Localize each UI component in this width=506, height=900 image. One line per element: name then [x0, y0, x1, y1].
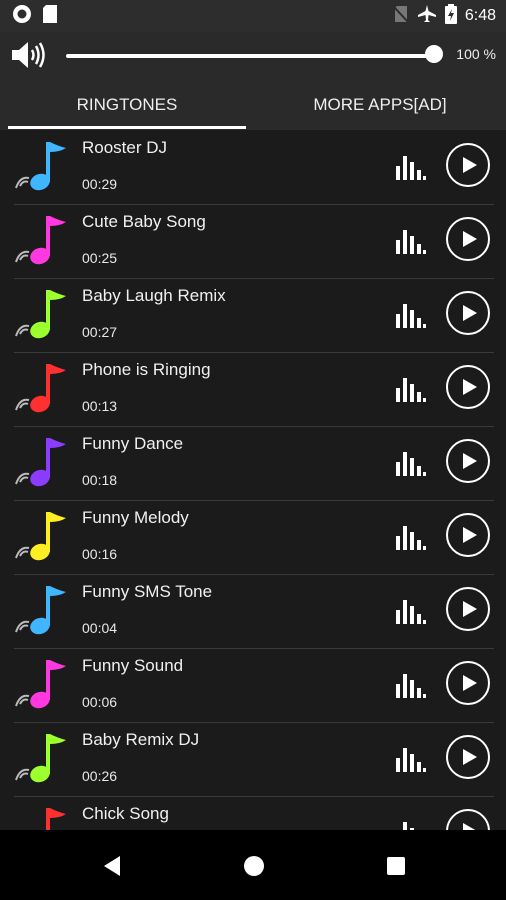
ringtone-duration: 00:26 — [82, 768, 118, 784]
ringtone-duration: 00:25 — [82, 250, 118, 266]
volume-value: 100 % — [456, 46, 496, 62]
ringtone-row[interactable]: Funny Sound 00:06 — [14, 648, 494, 723]
record-icon — [12, 4, 32, 28]
play-button[interactable] — [446, 735, 490, 779]
play-button[interactable] — [446, 809, 490, 830]
volume-row: 100 % — [0, 32, 506, 80]
ringtone-duration: 00:27 — [82, 324, 118, 340]
tab-indicator — [8, 126, 246, 129]
sd-card-icon — [42, 4, 58, 28]
play-icon — [463, 379, 477, 395]
equalizer-icon — [396, 526, 426, 550]
ringtone-row[interactable]: Baby Laugh Remix 00:27 — [14, 278, 494, 353]
equalizer-icon — [396, 452, 426, 476]
equalizer-icon — [396, 230, 426, 254]
ringtone-title: Baby Remix DJ — [82, 730, 200, 749]
play-icon — [463, 305, 477, 321]
play-button[interactable] — [446, 587, 490, 631]
play-button[interactable] — [446, 439, 490, 483]
ringtone-title: Funny Sound — [82, 656, 184, 675]
ringtone-title: Rooster DJ — [82, 138, 168, 157]
ringtone-title: Funny Dance — [82, 434, 184, 453]
no-sim-icon — [393, 5, 409, 27]
music-note-icon — [15, 216, 66, 265]
music-note-icon — [46, 808, 66, 830]
ringtone-title: Cute Baby Song — [82, 212, 206, 231]
ringtone-title: Baby Laugh Remix — [82, 286, 226, 305]
airplane-icon — [417, 4, 437, 28]
ringtone-duration: 00:29 — [82, 176, 118, 192]
ringtone-duration: 00:18 — [82, 472, 118, 488]
equalizer-icon — [396, 600, 426, 624]
tab-bar: RINGTONES MORE APPS[AD] — [0, 80, 506, 130]
play-button[interactable] — [446, 513, 490, 557]
battery-charging-icon — [444, 4, 457, 28]
navigation-bar — [0, 830, 506, 900]
play-icon — [463, 231, 477, 247]
ringtone-row[interactable]: Cute Baby Song 00:25 — [14, 204, 494, 279]
ringtone-duration: 00:06 — [82, 694, 118, 710]
play-button[interactable] — [446, 661, 490, 705]
recents-icon[interactable] — [384, 854, 408, 878]
home-icon[interactable] — [242, 854, 266, 878]
play-button[interactable] — [446, 217, 490, 261]
status-bar: 6:48 — [0, 0, 506, 32]
play-icon — [463, 157, 477, 173]
ringtone-title: Chick Song — [82, 804, 169, 823]
play-icon — [463, 601, 477, 617]
music-note-icon — [15, 290, 66, 339]
play-icon — [463, 823, 476, 830]
music-note-icon — [15, 660, 66, 709]
music-note-icon — [15, 512, 66, 561]
equalizer-icon — [396, 156, 426, 180]
equalizer-icon — [396, 674, 426, 698]
status-left — [0, 4, 58, 28]
music-note-icon — [15, 364, 66, 413]
ringtone-title: Funny SMS Tone — [82, 582, 213, 601]
play-button[interactable] — [446, 365, 490, 409]
music-note-icon — [15, 734, 66, 783]
ringtone-row[interactable]: Chick Song — [14, 796, 494, 830]
back-icon[interactable] — [100, 854, 124, 878]
volume-slider-track[interactable] — [66, 54, 434, 58]
ringtone-duration: 00:04 — [82, 620, 118, 636]
ringtone-row[interactable]: Funny Melody 00:16 — [14, 500, 494, 575]
volume-slider-thumb[interactable] — [425, 45, 443, 63]
status-right: 6:48 — [393, 4, 506, 28]
play-icon — [463, 453, 477, 469]
play-button[interactable] — [446, 291, 490, 335]
play-icon — [463, 527, 477, 543]
ringtone-title: Funny Melody — [82, 508, 189, 527]
music-note-icon — [15, 438, 66, 487]
status-time: 6:48 — [464, 7, 496, 24]
ringtone-row[interactable]: Funny SMS Tone 00:04 — [14, 574, 494, 649]
speaker-icon[interactable] — [10, 40, 48, 74]
ringtone-title: Phone is Ringing — [82, 360, 211, 379]
ringtone-duration: 00:13 — [82, 398, 118, 414]
play-icon — [463, 675, 477, 691]
ringtone-list[interactable]: Rooster DJ 00:29 Cute Baby Song 00:25 Baby L… — [0, 130, 506, 830]
music-note-icon — [15, 142, 66, 191]
equalizer-icon — [396, 378, 426, 402]
play-icon — [463, 749, 477, 765]
equalizer-icon — [396, 304, 426, 328]
music-note-icon — [15, 586, 66, 635]
equalizer-icon — [396, 748, 426, 772]
ringtone-row[interactable]: Phone is Ringing 00:13 — [14, 352, 494, 427]
ringtone-row[interactable]: Baby Remix DJ 00:26 — [14, 722, 494, 797]
equalizer-icon — [403, 822, 414, 830]
ringtone-duration: 00:16 — [82, 546, 118, 562]
ringtone-row[interactable]: Rooster DJ 00:29 — [14, 130, 494, 205]
ringtone-row[interactable]: Funny Dance 00:18 — [14, 426, 494, 501]
tab-ringtones[interactable]: RINGTONES — [8, 80, 246, 130]
play-button[interactable] — [446, 143, 490, 187]
tab-more-apps[interactable]: MORE APPS[AD] — [260, 80, 500, 130]
